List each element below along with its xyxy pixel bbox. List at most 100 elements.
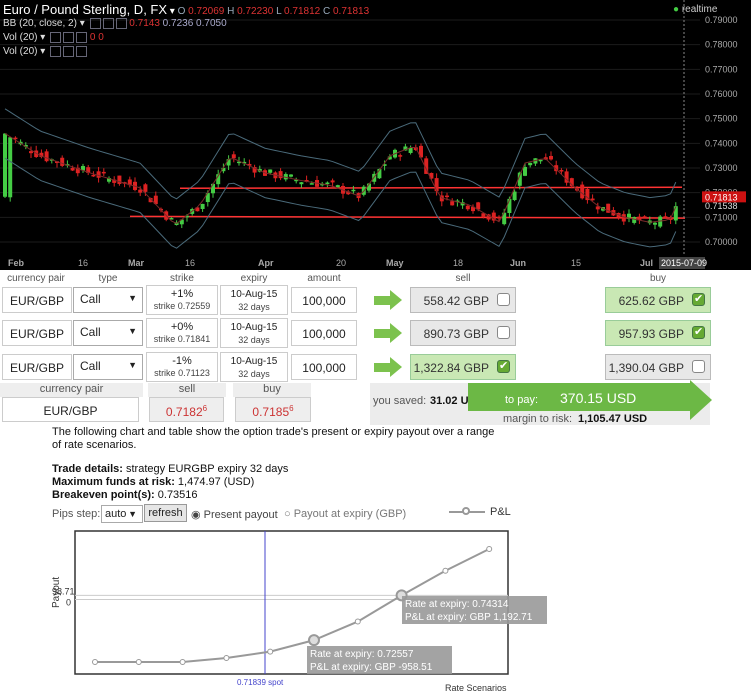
vol-value-1: 0 <box>89 32 96 44</box>
buy-checkbox[interactable] <box>692 292 705 306</box>
header-amount: amount <box>307 273 341 284</box>
x-axis-label: Rate Scenarios <box>445 683 507 693</box>
row-expiry[interactable]: 10-Aug-15 32 days <box>220 285 288 315</box>
payout-chart[interactable]: 98.710PayoutRate Scenarios0.71839 spotRa… <box>0 524 751 694</box>
row-sell-price[interactable]: 1,322.84 GBP <box>410 354 516 380</box>
row-arrow-head-icon <box>390 323 402 343</box>
vol-indicator-row-1: Vol (20) ▾ 0 0 <box>3 32 104 44</box>
row-sell-price[interactable]: 558.42 GBP <box>410 287 516 313</box>
buy-checkbox[interactable] <box>692 325 705 339</box>
candle-body <box>632 217 637 223</box>
indicator-settings-icon[interactable] <box>89 18 101 29</box>
row-arrow-icon <box>374 329 390 338</box>
row-strike[interactable]: +0% strike 0.71841 <box>146 318 218 348</box>
resistance-line <box>179 186 683 189</box>
indicator-settings-icon[interactable] <box>50 46 62 57</box>
header-sell: sell <box>455 273 471 284</box>
ohlc-high: 0.72230 <box>237 6 274 17</box>
row-type-select[interactable]: Call ▼ <box>73 287 143 313</box>
pay-arrow-icon[interactable] <box>690 380 712 420</box>
bb-value-3: 0.7050 <box>196 18 227 30</box>
candle-body <box>101 171 106 174</box>
row-type-select[interactable]: Call ▼ <box>73 320 143 346</box>
time-axis-label: Mar <box>128 258 145 268</box>
row-expiry[interactable]: 10-Aug-15 32 days <box>220 318 288 348</box>
candle-body <box>523 166 527 176</box>
symbol-dropdown-icon[interactable]: ▾ <box>167 6 178 17</box>
row-currency-pair[interactable]: EUR/GBP <box>2 320 72 346</box>
price-axis-label: 0.74000 <box>705 138 738 148</box>
time-axis-label: 15 <box>571 258 581 268</box>
row-amount-input[interactable]: 100,000 <box>291 287 357 313</box>
symbol-title[interactable]: Euro / Pound Sterling, D, FX <box>3 2 167 17</box>
candlestick-chart[interactable]: 0.79000 0.78000 0.77000 0.76000 0.75000 0.740… <box>0 0 751 270</box>
radio-unchecked-icon: ○ <box>284 508 291 520</box>
indicator-hide-icon[interactable] <box>63 46 75 57</box>
present-payout-radio[interactable]: ◉ Present payout <box>191 508 278 521</box>
indicator-settings-icon[interactable] <box>50 32 62 43</box>
ohlc-low-label: L <box>276 6 282 17</box>
bb-indicator-row: BB (20, close, 2) ▾ 0.7143 0.7236 0.7050 <box>3 18 227 30</box>
candle-body <box>549 155 553 160</box>
price-chart[interactable]: 0.79000 0.78000 0.77000 0.76000 0.75000 0.740… <box>0 0 751 270</box>
row-arrow-head-icon <box>390 290 402 310</box>
row-strike[interactable]: -1% strike 0.71123 <box>146 352 218 382</box>
pips-step-label: Pips step: <box>52 508 101 520</box>
row-buy-price[interactable]: 1,390.04 GBP <box>605 354 711 380</box>
pnl-point <box>308 634 320 647</box>
row-buy-price[interactable]: 625.62 GBP <box>605 287 711 313</box>
indicator-hide-icon[interactable] <box>102 18 114 29</box>
indicator-remove-icon[interactable] <box>76 46 88 57</box>
sell-checkbox[interactable] <box>497 326 510 339</box>
pnl-point <box>486 546 493 553</box>
pips-step-select[interactable]: auto ▼ <box>101 505 143 523</box>
row-buy-price[interactable]: 957.93 GBP <box>605 320 711 346</box>
vol-label[interactable]: Vol (20) <box>3 46 37 57</box>
sell-checkbox[interactable] <box>497 293 510 306</box>
time-axis-label: May <box>386 258 404 268</box>
candle-body <box>512 191 517 201</box>
indicator-hide-icon[interactable] <box>63 32 75 43</box>
candle-body <box>445 195 449 198</box>
row-expiry[interactable]: 10-Aug-15 32 days <box>220 352 288 382</box>
time-axis-label: 18 <box>453 258 463 268</box>
pnl-point <box>92 659 98 665</box>
price-axis-label: 0.70000 <box>705 237 738 247</box>
indicator-remove-icon[interactable] <box>115 18 127 29</box>
chart-header: Euro / Pound Sterling, D, FX ▾ O 0.72069… <box>3 2 369 17</box>
row-currency-pair[interactable]: EUR/GBP <box>2 354 72 380</box>
spot-label: 0.71839 spot <box>237 678 284 687</box>
row-strike[interactable]: +1% strike 0.72559 <box>146 285 218 315</box>
buy-checkbox[interactable] <box>692 360 705 373</box>
candle-body <box>200 203 205 209</box>
price-axis-label: 0.78000 <box>705 40 738 50</box>
row-amount-input[interactable]: 100,000 <box>291 320 357 346</box>
row-currency-pair[interactable]: EUR/GBP <box>2 287 72 313</box>
candle-body <box>325 182 330 185</box>
price-axis-label: 0.71000 <box>705 212 738 222</box>
row-sell-price[interactable]: 890.73 GBP <box>410 320 516 346</box>
description-line-2: of rate scenarios. <box>52 439 137 451</box>
price-axis-label: 0.76000 <box>705 89 738 99</box>
description-line-1: The following chart and table show the o… <box>52 426 495 438</box>
candle-body <box>211 183 215 194</box>
candle-body <box>351 189 356 192</box>
candle-body <box>117 175 122 184</box>
indicator-remove-icon[interactable] <box>76 32 88 43</box>
ohlc-close-label: C <box>322 6 331 17</box>
bb-label[interactable]: BB (20, close, 2) <box>3 18 77 29</box>
vol-label[interactable]: Vol (20) <box>3 32 37 43</box>
row-type-select[interactable]: Call ▼ <box>73 354 143 380</box>
price-axis-label: 0.73000 <box>705 163 738 173</box>
sell-checkbox[interactable] <box>497 359 510 373</box>
pnl-point <box>135 659 142 665</box>
header-strike: strike <box>170 273 194 284</box>
row-arrow-head-icon <box>390 357 402 377</box>
margin-label: margin to risk: <box>503 413 573 425</box>
refresh-button[interactable]: refresh <box>144 504 187 522</box>
trade-details: Trade details: strategy EURGBP expiry 32… <box>52 463 289 475</box>
candle-body <box>528 162 533 166</box>
expiry-payout-radio[interactable]: ○ Payout at expiry (GBP) <box>284 508 406 520</box>
row-amount-input[interactable]: 100,000 <box>291 354 357 380</box>
candle-body <box>8 137 13 198</box>
